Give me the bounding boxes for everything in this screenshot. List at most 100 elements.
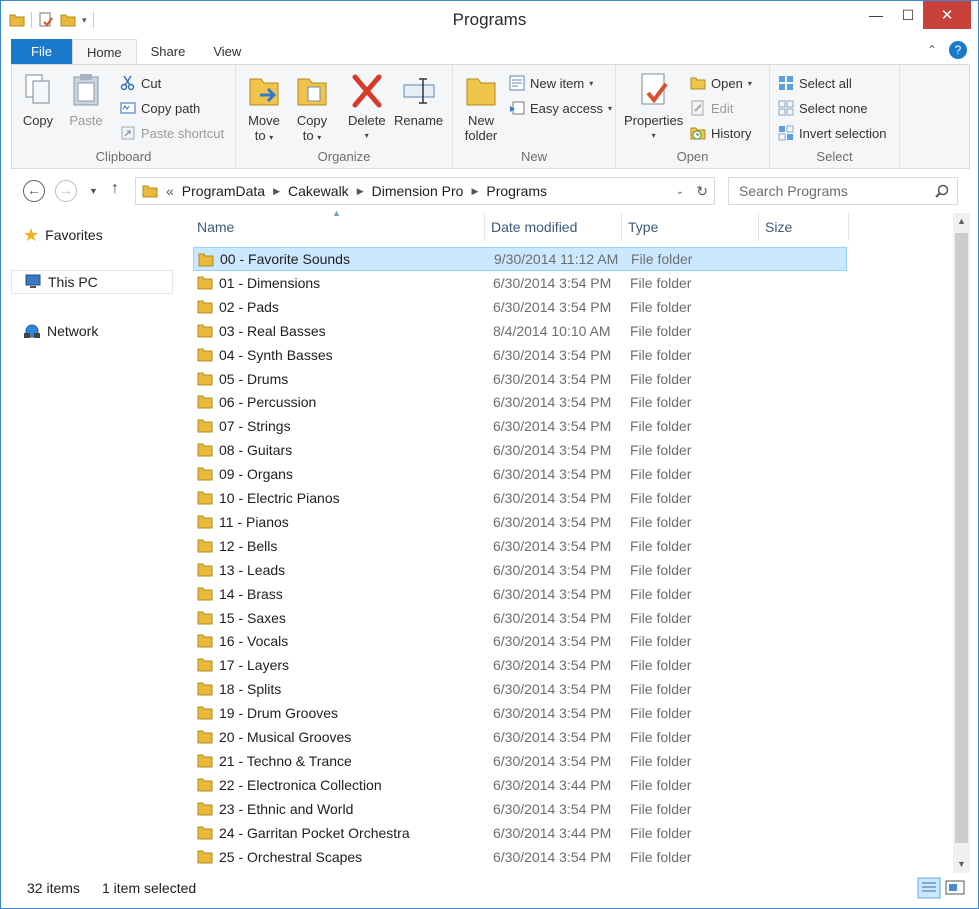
invert-selection-button[interactable]: Invert selection xyxy=(778,123,886,143)
file-row[interactable]: 01 - Dimensions 6/30/2014 3:54 PM File fol… xyxy=(193,271,847,295)
file-row[interactable]: 22 - Electronica Collection 6/30/2014 3:4… xyxy=(193,773,847,797)
move-to-label-2: to ▾ xyxy=(254,128,274,143)
move-to-label: Move xyxy=(248,113,280,128)
column-header-date[interactable]: Date modified xyxy=(485,213,622,241)
file-row[interactable]: 15 - Saxes 6/30/2014 3:54 PM File folder xyxy=(193,606,847,630)
file-row[interactable]: 02 - Pads 6/30/2014 3:54 PM File folder xyxy=(193,295,847,319)
search-icon[interactable] xyxy=(935,184,949,198)
new-folder-icon xyxy=(466,78,496,106)
breadcrumb-programdata[interactable]: ProgramData xyxy=(182,183,265,199)
folder-icon xyxy=(197,324,213,338)
delete-button[interactable]: Delete ▾ xyxy=(348,71,386,143)
collapse-ribbon-icon[interactable]: ⌃ xyxy=(927,43,937,57)
history-button[interactable]: History xyxy=(690,123,751,143)
column-header-name[interactable]: Name xyxy=(191,213,485,241)
select-all-icon xyxy=(779,76,793,90)
file-date-modified: 6/30/2014 3:54 PM xyxy=(493,466,612,483)
file-type: File folder xyxy=(630,681,692,698)
file-row[interactable]: 25 - Orchestral Scapes 6/30/2014 3:54 PM F… xyxy=(193,845,847,869)
file-name: 12 - Bells xyxy=(219,537,278,554)
easy-access-button[interactable]: Easy access ▾ xyxy=(509,98,612,118)
file-row[interactable]: 18 - Splits 6/30/2014 3:54 PM File folder xyxy=(193,677,847,701)
copy-path-button[interactable]: Copy path xyxy=(120,98,200,118)
file-row[interactable]: 12 - Bells 6/30/2014 3:54 PM File folder xyxy=(193,534,847,558)
breadcrumb-dimension-pro[interactable]: Dimension Pro xyxy=(372,183,464,199)
scroll-down-icon[interactable]: ▼ xyxy=(953,856,970,873)
file-row[interactable]: 11 - Pianos 6/30/2014 3:54 PM File folder xyxy=(193,510,847,534)
new-item-button[interactable]: New item ▾ xyxy=(509,73,593,93)
file-name: 18 - Splits xyxy=(219,681,282,698)
file-date-modified: 6/30/2014 3:54 PM xyxy=(493,681,612,698)
file-row[interactable]: 13 - Leads 6/30/2014 3:54 PM File folder xyxy=(193,558,847,582)
open-button[interactable]: Open ▾ xyxy=(690,73,752,93)
file-row[interactable]: 06 - Percussion 6/30/2014 3:54 PM File fol… xyxy=(193,390,847,414)
refresh-icon[interactable]: ↻ xyxy=(696,183,708,200)
file-row[interactable]: 20 - Musical Grooves 6/30/2014 3:54 PM Fil… xyxy=(193,725,847,749)
back-button[interactable]: ← xyxy=(23,180,45,202)
network-icon xyxy=(24,324,40,338)
file-row[interactable]: 09 - Organs 6/30/2014 3:54 PM File folder xyxy=(193,462,847,486)
file-row[interactable]: 00 - Favorite Sounds 9/30/2014 11:12 AM Fi… xyxy=(193,247,847,271)
properties-dropdown-icon: ▾ xyxy=(651,131,656,140)
cut-label: Cut xyxy=(141,75,162,91)
file-row[interactable]: 05 - Drums 6/30/2014 3:54 PM File folder xyxy=(193,367,847,391)
recent-locations-icon[interactable]: ▼ xyxy=(89,186,98,196)
breadcrumb-cakewalk[interactable]: Cakewalk xyxy=(288,183,349,199)
rename-button[interactable]: Rename xyxy=(394,71,443,128)
column-header-type[interactable]: Type xyxy=(622,213,759,241)
search-input[interactable]: Search Programs xyxy=(728,177,958,205)
vertical-scrollbar[interactable]: ▲ ▼ xyxy=(953,213,970,873)
select-none-button[interactable]: Select none xyxy=(778,98,868,118)
breadcrumb-overflow[interactable]: « xyxy=(166,183,174,199)
file-row[interactable]: 21 - Techno & Trance 6/30/2014 3:54 PM Fil… xyxy=(193,749,847,773)
nav-favorites[interactable]: ★ Favorites xyxy=(11,223,173,247)
tab-view[interactable]: View xyxy=(199,39,255,65)
file-row[interactable]: 19 - Drum Grooves 6/30/2014 3:54 PM File f… xyxy=(193,701,847,725)
large-icons-view-icon[interactable] xyxy=(943,877,967,899)
forward-button[interactable]: → xyxy=(55,180,77,202)
breadcrumb-separator-icon[interactable]: ▶ xyxy=(357,186,364,197)
file-row[interactable]: 14 - Brass 6/30/2014 3:54 PM File folder xyxy=(193,582,847,606)
folder-icon xyxy=(197,395,213,409)
edit-button[interactable]: Edit xyxy=(690,98,733,118)
close-button[interactable]: ✕ xyxy=(923,1,971,29)
breadcrumb-separator-icon[interactable]: ▶ xyxy=(273,186,280,197)
tab-home[interactable]: Home xyxy=(71,39,137,65)
file-row[interactable]: 24 - Garritan Pocket Orchestra 6/30/2014 … xyxy=(193,821,847,845)
file-row[interactable]: 23 - Ethnic and World 6/30/2014 3:54 PM Fi… xyxy=(193,797,847,821)
move-to-button[interactable]: Move to ▾ xyxy=(246,71,282,145)
breadcrumb-programs[interactable]: Programs xyxy=(486,183,547,199)
up-arrow-icon[interactable]: ↑ xyxy=(111,180,119,198)
cut-button[interactable]: Cut xyxy=(120,73,161,93)
file-type: File folder xyxy=(630,585,692,602)
copy-to-button[interactable]: Copy to ▾ xyxy=(294,71,330,145)
new-folder-button[interactable]: New folder xyxy=(463,71,499,143)
file-row[interactable]: 16 - Vocals 6/30/2014 3:54 PM File folder xyxy=(193,629,847,653)
maximize-button[interactable]: ☐ xyxy=(893,1,923,29)
minimize-button[interactable]: — xyxy=(859,1,893,29)
paste-shortcut-button[interactable]: Paste shortcut xyxy=(120,123,224,143)
file-row[interactable]: 03 - Real Basses 8/4/2014 10:10 AM File fo… xyxy=(193,319,847,343)
file-row[interactable]: 07 - Strings 6/30/2014 3:54 PM File folder xyxy=(193,414,847,438)
file-row[interactable]: 04 - Synth Basses 6/30/2014 3:54 PM File f… xyxy=(193,343,847,367)
tab-file[interactable]: File xyxy=(11,39,72,65)
copy-button[interactable]: Copy xyxy=(20,71,56,128)
scrollbar-thumb[interactable] xyxy=(955,233,968,843)
nav-network[interactable]: Network xyxy=(11,319,173,343)
breadcrumb-separator-icon[interactable]: ▶ xyxy=(471,186,478,197)
help-icon[interactable]: ? xyxy=(949,41,967,59)
address-dropdown-icon[interactable]: ⌄ xyxy=(676,186,684,197)
file-row[interactable]: 17 - Layers 6/30/2014 3:54 PM File folder xyxy=(193,653,847,677)
file-row[interactable]: 08 - Guitars 6/30/2014 3:54 PM File folder xyxy=(193,438,847,462)
properties-button[interactable]: Properties ▾ xyxy=(624,71,683,143)
address-bar[interactable]: « ProgramData ▶ Cakewalk ▶ Dimension Pro… xyxy=(135,177,715,205)
column-header-size[interactable]: Size xyxy=(759,213,849,241)
file-name: 14 - Brass xyxy=(219,585,283,602)
details-view-icon[interactable] xyxy=(917,877,941,899)
nav-this-pc[interactable]: This PC xyxy=(11,270,173,294)
paste-button[interactable]: Paste xyxy=(68,71,104,128)
scroll-up-icon[interactable]: ▲ xyxy=(953,213,970,230)
tab-share[interactable]: Share xyxy=(137,39,200,65)
select-all-button[interactable]: Select all xyxy=(778,73,852,93)
file-row[interactable]: 10 - Electric Pianos 6/30/2014 3:54 PM Fil… xyxy=(193,486,847,510)
